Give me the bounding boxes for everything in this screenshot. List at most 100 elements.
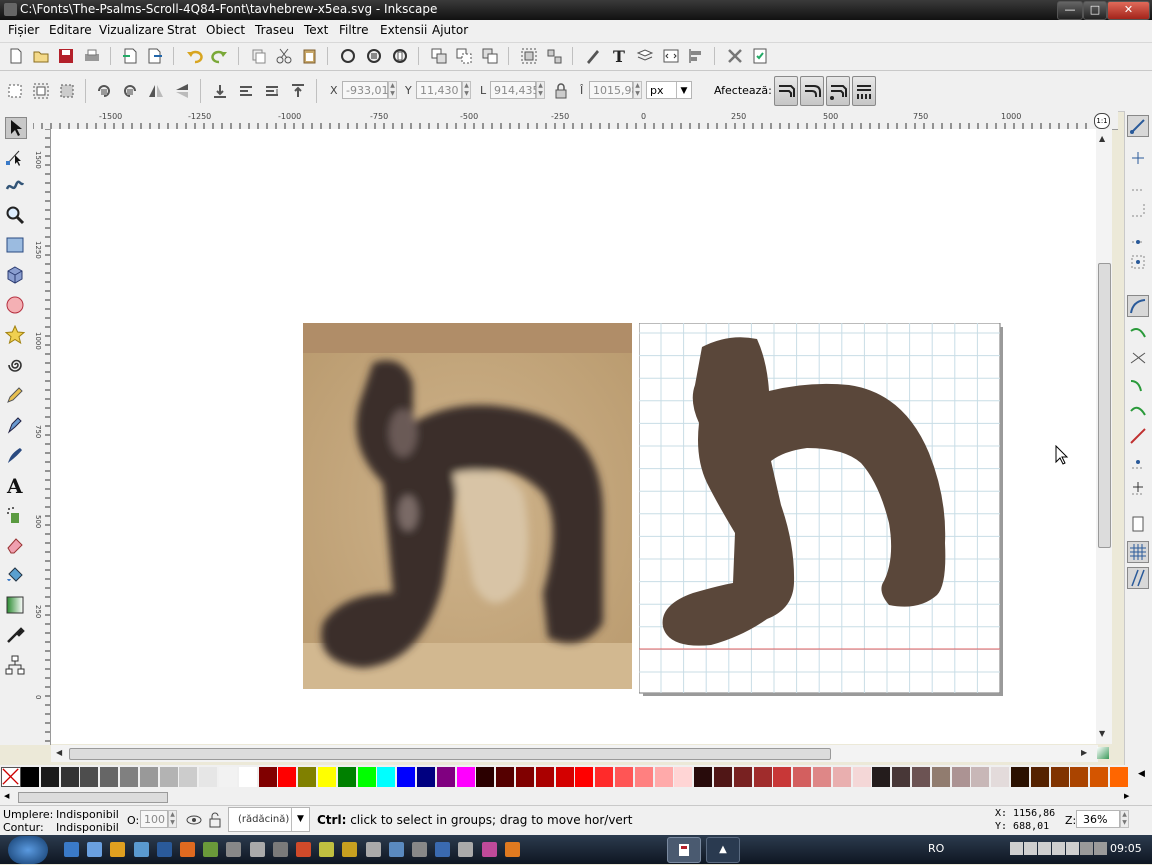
unit-select[interactable]: px ▼ (646, 81, 692, 99)
language-indicator[interactable]: RO (928, 842, 944, 855)
palette-swatch[interactable] (1070, 767, 1089, 787)
palette-swatch[interactable] (535, 767, 554, 787)
snap-grid-toggle[interactable] (1127, 541, 1149, 563)
raise-to-top-icon[interactable] (289, 82, 307, 100)
vertical-scrollbar[interactable]: ▲ ▼ (1096, 129, 1112, 744)
toggle-visibility-icon[interactable] (186, 812, 202, 828)
scroll-right-icon[interactable]: ▶ (1081, 748, 1087, 757)
stroke-value[interactable]: Indisponibil (56, 821, 119, 834)
page-area[interactable] (639, 323, 1004, 697)
taskbar-quicklaunch-icon[interactable] (458, 842, 474, 857)
menu-obiect[interactable]: Obiect (206, 23, 245, 37)
palette-swatch[interactable] (714, 767, 732, 787)
duplicate-icon[interactable] (430, 47, 448, 65)
rectangle-tool[interactable] (5, 235, 27, 257)
menu-traseu[interactable]: Traseu (255, 23, 294, 37)
system-tray-icon[interactable] (1080, 842, 1093, 855)
scale-stroke-toggle[interactable] (774, 76, 798, 106)
scroll-left-icon[interactable]: ◀ (56, 748, 62, 757)
taskbar-quicklaunch-icon[interactable] (87, 842, 103, 857)
zoom-page-icon[interactable] (391, 47, 409, 65)
lock-ratio-icon[interactable] (552, 82, 570, 100)
node-tool[interactable] (5, 147, 27, 169)
palette-swatch[interactable] (456, 767, 475, 787)
unlink-clone-icon[interactable] (481, 47, 499, 65)
zoom-fit-icon[interactable]: 1:1 (1094, 113, 1110, 129)
document-properties-icon[interactable] (751, 47, 769, 65)
palette-swatch[interactable] (634, 767, 653, 787)
palette-swatch[interactable] (100, 767, 119, 787)
palette-swatch[interactable] (139, 767, 158, 787)
reference-scan-image[interactable] (303, 323, 632, 689)
xml-editor-icon[interactable] (662, 47, 680, 65)
snap-nodes-toggle[interactable] (1127, 295, 1149, 317)
palette-swatch[interactable] (793, 767, 812, 787)
palette-swatch[interactable] (971, 767, 990, 787)
palette-swatch[interactable] (377, 767, 396, 787)
snap-smooth-nodes-icon[interactable] (1129, 401, 1147, 419)
horizontal-ruler[interactable]: -1500 -1250 -1000 -750 -500 -250 0 250 5… (33, 111, 1118, 130)
snap-bbox-icon[interactable] (1129, 149, 1147, 167)
snap-bbox-corner-icon[interactable] (1129, 201, 1147, 219)
palette-swatch[interactable] (1110, 767, 1128, 787)
palette-swatch[interactable] (120, 767, 138, 787)
zoom-selection-icon[interactable] (339, 47, 357, 65)
y-field[interactable]: 11,430 (416, 81, 462, 99)
palette-swatch[interactable] (159, 767, 178, 787)
palette-scroll-left-icon[interactable]: ◀ (4, 792, 9, 800)
palette-swatch[interactable] (516, 767, 534, 787)
menu-vizualizare[interactable]: Vizualizare (99, 23, 164, 37)
snap-page-border-icon[interactable] (1129, 515, 1147, 533)
scale-corners-toggle[interactable] (800, 76, 824, 106)
select-all-icon[interactable] (6, 82, 24, 100)
color-management-icon[interactable] (1097, 747, 1109, 759)
gradient-tool[interactable] (5, 595, 27, 617)
close-button[interactable]: ✕ (1107, 1, 1150, 20)
system-tray-icon[interactable] (1010, 842, 1023, 855)
palette-swatch[interactable] (1090, 767, 1109, 787)
palette-swatch[interactable] (733, 767, 752, 787)
scroll-up-icon[interactable]: ▲ (1099, 134, 1105, 143)
width-spinner[interactable]: ▲ ▼ (536, 81, 545, 99)
taskbar-quicklaunch-icon[interactable] (388, 842, 404, 857)
taskbar-quicklaunch-icon[interactable] (133, 842, 149, 857)
palette-swatch[interactable] (1050, 767, 1069, 787)
group-icon[interactable] (520, 47, 538, 65)
menu-fisier[interactable]: Fișier (8, 23, 39, 37)
pen-tool[interactable] (5, 415, 27, 437)
system-tray-icon[interactable] (1052, 842, 1065, 855)
palette-swatch[interactable] (912, 767, 930, 787)
new-document-icon[interactable] (7, 47, 25, 65)
palette-swatch[interactable] (179, 767, 198, 787)
taskbar-expand-icon[interactable]: ▲ (706, 837, 740, 863)
tweak-tool[interactable] (5, 175, 27, 197)
palette-swatch[interactable] (773, 767, 792, 787)
flip-vertical-icon[interactable] (173, 82, 191, 100)
move-gradients-toggle[interactable] (826, 76, 850, 106)
palette-swatch[interactable] (476, 767, 495, 787)
copy-icon[interactable] (250, 47, 268, 65)
palette-scrollbar[interactable]: ◀ ▶ (0, 789, 1152, 805)
menu-editare[interactable]: Editare (49, 23, 92, 37)
spiral-tool[interactable] (5, 355, 27, 377)
zoom-field[interactable]: 36% (1076, 810, 1120, 828)
x-field[interactable]: -933,01 (342, 81, 388, 99)
vertical-scroll-thumb[interactable] (1098, 263, 1111, 548)
text-font-icon[interactable]: T (610, 47, 628, 66)
palette-swatch[interactable] (397, 767, 416, 787)
snap-paths-icon[interactable] (1129, 323, 1147, 341)
palette-swatch[interactable] (238, 767, 257, 787)
opacity-field[interactable]: 100 (140, 810, 168, 828)
open-folder-icon[interactable] (32, 47, 50, 65)
snap-enable-toggle[interactable] (1127, 115, 1149, 137)
undo-icon[interactable] (185, 47, 203, 65)
star-tool[interactable] (4, 324, 27, 347)
select-all-layers-icon[interactable] (32, 82, 50, 100)
palette-swatch[interactable] (615, 767, 633, 787)
rotate-cw-icon[interactable] (121, 82, 139, 100)
height-field[interactable]: 1015,98 (589, 81, 639, 99)
layer-select[interactable]: (rădăcină) ▼ (228, 807, 310, 832)
taskbar-quicklaunch-icon[interactable] (156, 842, 172, 857)
palette-menu-icon[interactable]: ◀ (1138, 769, 1145, 779)
palette-swatch[interactable] (753, 767, 772, 787)
